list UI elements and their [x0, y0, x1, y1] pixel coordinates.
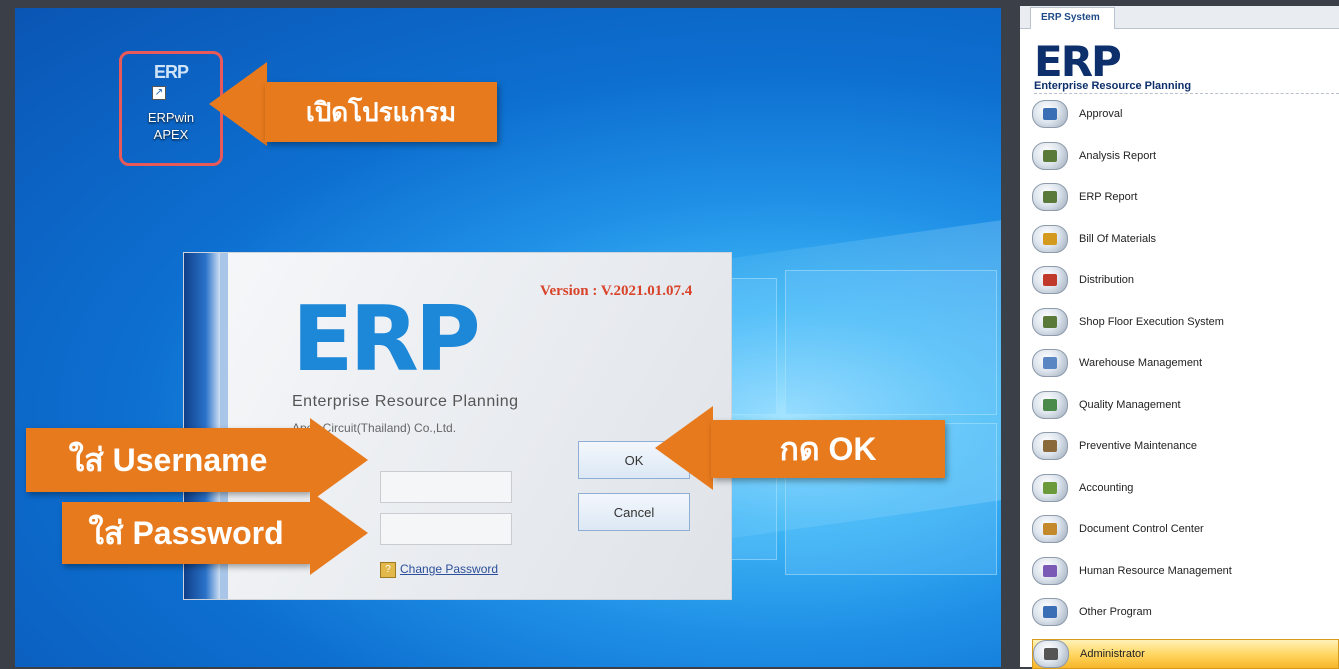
callout-open-program: เปิดโปรแกรม — [265, 82, 497, 142]
menu-item-bill-of-materials[interactable]: Bill Of Materials — [1032, 224, 1339, 254]
building-icon — [1032, 183, 1068, 211]
erp-panel-logo: ERP — [1034, 37, 1122, 86]
menu-item-accounting[interactable]: Accounting — [1032, 473, 1339, 503]
menu-item-label: Approval — [1079, 108, 1123, 120]
magnifier-icon — [1032, 390, 1068, 419]
cancel-button[interactable]: Cancel — [578, 493, 690, 531]
callout-press-ok: กด OK — [711, 420, 945, 478]
building-icon — [1032, 307, 1068, 336]
building-icon — [1032, 141, 1068, 170]
window-icon — [1032, 598, 1068, 626]
menu-item-document-control-center[interactable]: Document Control Center — [1032, 514, 1339, 544]
menu-item-label: Administrator — [1080, 647, 1145, 660]
calendar-icon — [1032, 266, 1068, 294]
machine-icon — [1032, 432, 1068, 460]
change-password-link[interactable]: ? Change Password — [380, 562, 498, 578]
menu-item-label: Document Control Center — [1079, 523, 1204, 535]
menu-item-label: ERP Report — [1079, 191, 1138, 203]
menu-item-shop-floor-execution-system[interactable]: Shop Floor Execution System — [1032, 307, 1339, 337]
menu-item-label: Human Resource Management — [1079, 564, 1232, 577]
shortcut-label-line2: APEX — [153, 127, 189, 142]
menu-item-warehouse-management[interactable]: Warehouse Management — [1032, 348, 1339, 378]
version-label: Version : V.2021.01.07.4 — [540, 283, 693, 299]
tab-erp-system[interactable]: ERP System — [1030, 7, 1115, 29]
folder-icon — [1032, 515, 1068, 543]
callout-arrow-username — [310, 418, 368, 502]
erp-app-icon: ERP — [153, 62, 189, 82]
tab-bar: ERP System — [1020, 6, 1339, 29]
desktop-background: ERP ↗ ERPwin APEX เปิดโปรแกรม ERP Versio… — [15, 8, 1001, 667]
menu-item-human-resource-management[interactable]: Human Resource Management — [1032, 556, 1339, 586]
menu-item-label: Preventive Maintenance — [1079, 440, 1198, 452]
callout-enter-password: ใส่ Password — [62, 502, 310, 564]
erpwin-apex-desktop-shortcut[interactable]: ERP ↗ ERPwin APEX — [119, 51, 223, 166]
erp-system-panel: ERP System ERP Enterprise Resource Plann… — [1020, 6, 1339, 669]
change-password-label: Change Password — [400, 562, 499, 577]
menu-item-analysis-report[interactable]: Analysis Report — [1032, 141, 1339, 171]
menu-item-label: Shop Floor Execution System — [1079, 315, 1224, 328]
menu-item-label: Analysis Report — [1079, 149, 1157, 162]
menu-item-label: Other Program — [1079, 606, 1152, 618]
people-icon — [1032, 556, 1068, 585]
login-tagline: Enterprise Resource Planning — [292, 393, 519, 410]
menu-item-label: Bill Of Materials — [1079, 232, 1157, 245]
erp-panel-subtitle: Enterprise Resource Planning — [1034, 80, 1339, 94]
menu-item-preventive-maintenance[interactable]: Preventive Maintenance — [1032, 431, 1339, 461]
menu-item-label: Quality Management — [1079, 398, 1181, 411]
key-icon: ? — [380, 562, 396, 578]
callout-arrow-ok — [655, 406, 713, 490]
admin-user-icon — [1033, 639, 1069, 668]
menu-item-distribution[interactable]: Distribution — [1032, 265, 1339, 295]
menu-item-quality-management[interactable]: Quality Management — [1032, 390, 1339, 420]
windows-logo-pane — [785, 270, 997, 415]
erp-logo: ERP — [292, 287, 481, 392]
gears-icon — [1032, 224, 1068, 253]
approval-icon — [1032, 100, 1068, 128]
password-input[interactable] — [380, 513, 512, 545]
menu-item-label: Warehouse Management — [1079, 357, 1203, 369]
callout-enter-username: ใส่ Username — [26, 428, 310, 492]
callout-arrow-open-program — [209, 62, 267, 146]
menu-item-other-program[interactable]: Other Program — [1032, 597, 1339, 627]
shortcut-label-line1: ERPwin — [147, 110, 195, 125]
truck-icon — [1032, 349, 1068, 377]
menu-item-label: Accounting — [1079, 481, 1134, 494]
menu-item-erp-report[interactable]: ERP Report — [1032, 182, 1339, 212]
menu-item-administrator[interactable]: Administrator — [1032, 638, 1339, 669]
callout-arrow-password — [310, 491, 368, 575]
menu-item-label: Distribution — [1079, 274, 1135, 286]
menu-item-approval[interactable]: Approval — [1032, 99, 1339, 129]
username-input[interactable] — [380, 471, 512, 503]
shortcut-arrow-icon: ↗ — [152, 86, 166, 100]
money-bag-icon — [1032, 473, 1068, 502]
